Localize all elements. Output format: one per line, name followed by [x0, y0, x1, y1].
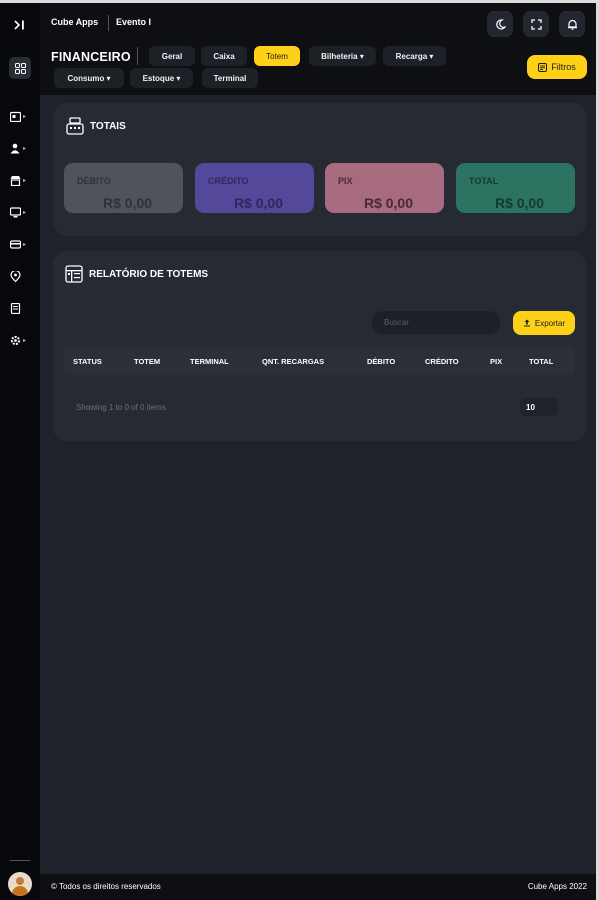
sidebar-toggle-icon[interactable] [9, 14, 31, 36]
tab-terminal[interactable]: Terminal [202, 68, 258, 88]
dashboard-icon[interactable] [9, 57, 31, 79]
sidebar-item-settings[interactable]: ▸ [10, 331, 34, 349]
filters-label: Filtros [551, 62, 576, 72]
export-label: Exportar [534, 318, 566, 328]
brand-name[interactable]: Cube Apps [51, 17, 98, 27]
page-size-select[interactable]: 10 [520, 398, 558, 416]
tab-bilheteria[interactable]: Bilheteria ▾ [309, 46, 376, 66]
sidebar-item-events[interactable]: ▸ [10, 107, 34, 125]
totems-report-card: RELATÓRIO DE TOTEMS [53, 251, 586, 441]
sidebar-item-terminals[interactable]: ▸ [10, 203, 34, 221]
debit-value: R$ 0,00 [102, 195, 152, 211]
store-icon [10, 175, 21, 186]
title-divider [137, 47, 138, 65]
credit-value: R$ 0,00 [233, 195, 283, 211]
upload-icon [523, 319, 530, 327]
tab-estoque[interactable]: Estoque ▾ [130, 68, 193, 88]
sidebar-item-users[interactable]: ▸ [10, 139, 34, 157]
top-header: Cube Apps Evento I FINANCEIRO Geral Caix… [40, 3, 596, 95]
card-icon [10, 239, 21, 249]
tab-geral[interactable]: Geral [149, 46, 195, 66]
pagination-info: Showing 1 to 0 of 0 items [76, 403, 166, 412]
export-button[interactable]: Exportar [513, 311, 575, 335]
report-table-icon [65, 265, 83, 283]
col-totem[interactable]: TOTEM [134, 357, 160, 366]
sidebar-item-reports[interactable] [10, 299, 34, 317]
notifications-button[interactable] [559, 11, 585, 37]
users-icon [10, 143, 20, 153]
monitor-icon [10, 206, 21, 217]
theme-toggle-button[interactable] [487, 11, 513, 37]
total-label: TOTAL [469, 176, 499, 186]
calendar-icon [10, 111, 21, 122]
col-terminal[interactable]: TERMINAL [190, 357, 229, 366]
copyright-text: © Todos os direitos reservados [51, 882, 161, 891]
grand-total-box: TOTAL R$ 0,00 [456, 163, 575, 213]
col-pix[interactable]: PIX [490, 357, 502, 366]
sidebar-item-location[interactable] [10, 267, 34, 285]
footer-brand: Cube Apps 2022 [527, 882, 587, 891]
credit-label: CRÉDITO [208, 176, 249, 186]
fullscreen-button[interactable] [523, 11, 549, 37]
tab-totem[interactable]: Totem [254, 46, 300, 66]
fullscreen-icon [530, 18, 542, 30]
col-credit[interactable]: CRÉDITO [425, 357, 459, 366]
debit-total-box: DÉBITO R$ 0,00 [64, 163, 183, 213]
sidebar: ▸ ▸ ▸ ▸ ▸ ▸ [0, 3, 40, 900]
pix-total-box: PIX R$ 0,00 [325, 163, 444, 213]
col-status[interactable]: STATUS [73, 357, 102, 366]
event-name[interactable]: Evento I [116, 17, 151, 27]
tab-caixa[interactable]: Caixa [201, 46, 247, 66]
report-title-text: RELATÓRIO DE TOTEMS [89, 268, 209, 280]
gear-icon [10, 335, 21, 345]
totals-card: TOTAIS DÉBITO R$ 0,00 CRÉDITO R$ 0,00 PI… [53, 103, 586, 236]
sidebar-divider [10, 860, 30, 861]
report-title: RELATÓRIO DE TOTEMS [65, 265, 208, 283]
totals-title-text: TOTAIS [90, 120, 126, 132]
page-title: FINANCEIRO [51, 50, 131, 64]
sidebar-item-store[interactable]: ▸ [10, 171, 34, 189]
totals-title: TOTAIS [66, 117, 126, 135]
search-input[interactable] [372, 311, 500, 334]
col-debit[interactable]: DÉBITO [367, 357, 395, 366]
document-icon [10, 302, 21, 314]
tab-consumo[interactable]: Consumo ▾ [54, 68, 124, 88]
header-divider [108, 15, 109, 31]
filters-button[interactable]: Filtros [527, 55, 587, 79]
total-value: R$ 0,00 [494, 195, 544, 211]
avatar[interactable] [8, 872, 32, 896]
table-header: STATUS TOTEM TERMINAL QNT. RECARGAS DÉBI… [64, 347, 575, 375]
debit-label: DÉBITO [77, 176, 111, 186]
sidebar-item-cards[interactable]: ▸ [10, 235, 34, 253]
credit-total-box: CRÉDITO R$ 0,00 [195, 163, 314, 213]
pix-label: PIX [338, 176, 353, 186]
bell-icon [567, 19, 577, 30]
cash-register-icon [66, 117, 84, 135]
tab-recarga[interactable]: Recarga ▾ [383, 46, 446, 66]
footer: © Todos os direitos reservados Cube Apps… [40, 874, 596, 900]
moon-icon [495, 18, 506, 29]
location-icon [10, 270, 21, 282]
pix-value: R$ 0,00 [363, 195, 413, 211]
col-recharges[interactable]: QNT. RECARGAS [262, 357, 324, 366]
filter-icon [538, 62, 548, 72]
col-total[interactable]: TOTAL [529, 357, 553, 366]
